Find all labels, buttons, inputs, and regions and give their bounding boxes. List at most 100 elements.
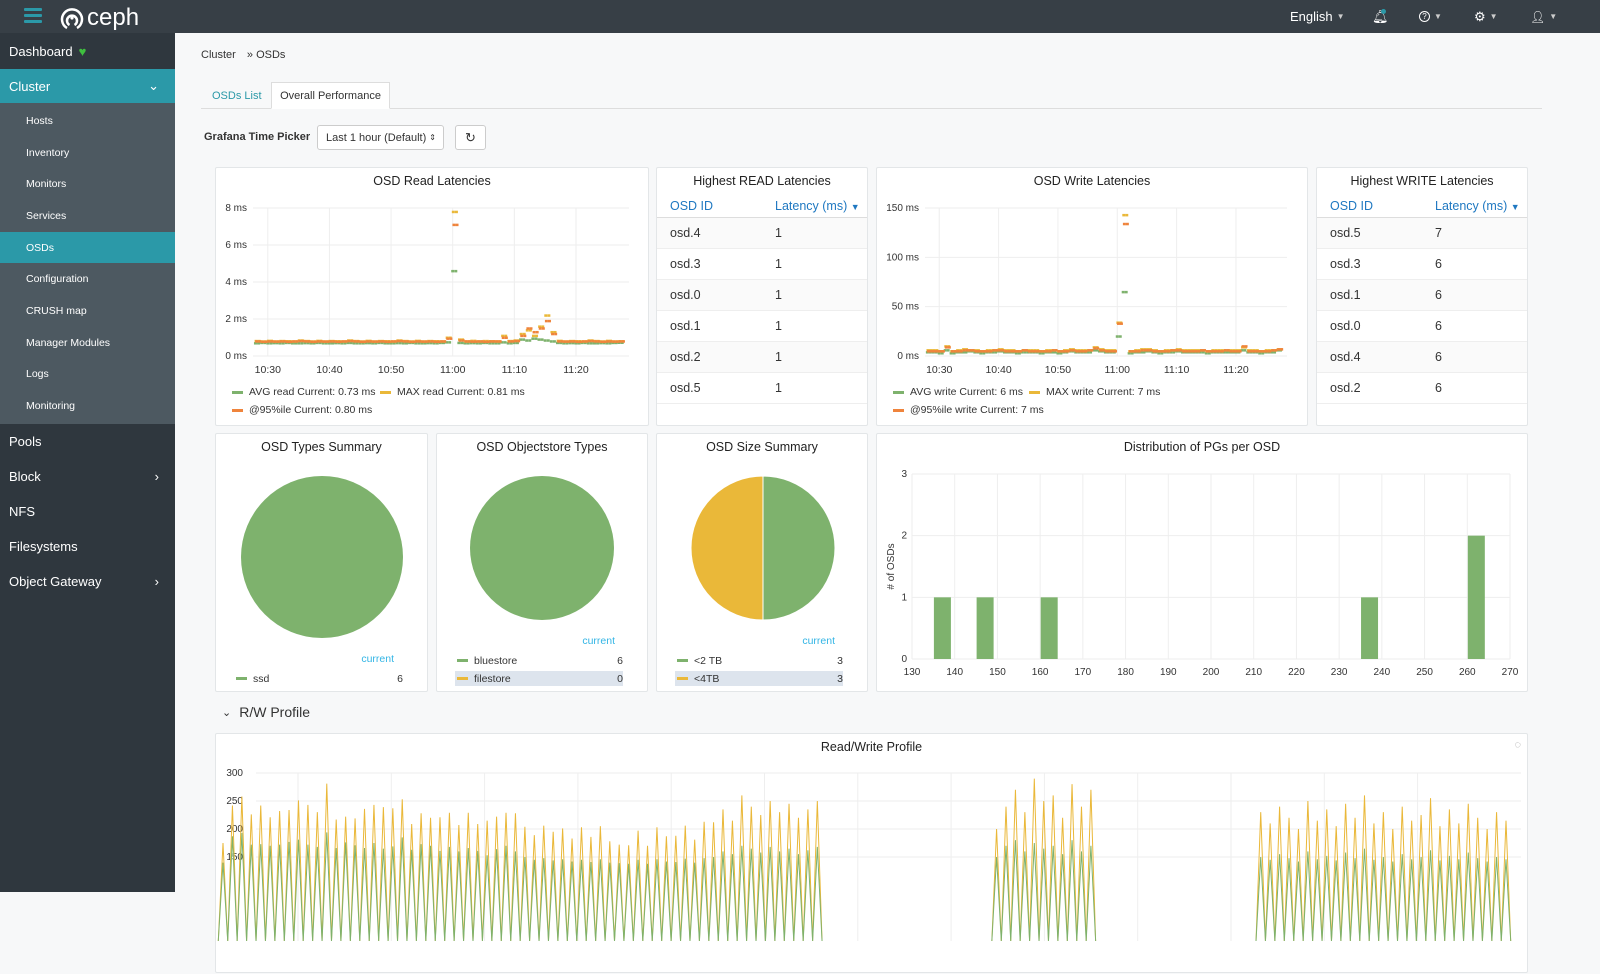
osd-objectstore-types-panel: OSD Objectstore Types current bluestore 6 fi… (436, 433, 648, 692)
legend-item[interactable]: @95%ile write Current: 7 ms (893, 404, 1044, 416)
latency-cell: 6 (1435, 319, 1442, 333)
sidebar-item-pools[interactable]: Pools (0, 424, 175, 459)
sidebar-item-filesystems[interactable]: Filesystems (0, 529, 175, 564)
legend-label: <2 TB (694, 654, 723, 667)
data-point (1211, 350, 1215, 353)
data-point (1116, 322, 1120, 325)
user-dropdown[interactable]: 👤︎ ▼ (1530, 0, 1557, 33)
caret-down-icon: ▼ (1549, 12, 1558, 21)
column-osd-id[interactable]: OSD ID (657, 199, 762, 213)
sidebar-item-label: Object Gateway (9, 573, 102, 589)
column-latency[interactable]: Latency (ms) ▼ (762, 199, 860, 213)
language-label: English (1290, 9, 1333, 24)
data-point (1185, 350, 1189, 353)
tab-label: OSDs List (212, 89, 262, 102)
data-point (1149, 349, 1153, 352)
table-row: osd.2 6 (1317, 373, 1527, 404)
sidebar-item-crush-map[interactable]: CRUSH map (0, 295, 175, 327)
data-point (451, 269, 455, 273)
sidebar-item-cluster[interactable]: Cluster ⌄ (0, 69, 175, 103)
data-point (944, 346, 948, 349)
language-dropdown[interactable]: English ▼ (1290, 0, 1345, 33)
sidebar-item-osds[interactable]: OSDs (0, 231, 175, 264)
menu-icon[interactable] (24, 8, 42, 24)
column-latency[interactable]: Latency (ms) ▼ (1422, 199, 1520, 213)
data-point (1229, 350, 1233, 353)
time-picker-select[interactable]: Last 1 hour (Default) ⇕ (317, 125, 444, 150)
legend-item[interactable]: bluestore 6 (455, 653, 623, 668)
sidebar-item-logs[interactable]: Logs (0, 359, 175, 391)
legend-item[interactable]: MAX write Current: 7 ms (1029, 386, 1160, 398)
data-point (1268, 350, 1272, 353)
data-point (1051, 349, 1055, 352)
legend-header: current (361, 653, 394, 665)
breadcrumb-cluster[interactable]: Cluster (201, 49, 236, 61)
sidebar-item-services[interactable]: Services (0, 200, 175, 232)
legend-item[interactable]: <2 TB 3 (675, 653, 843, 668)
sidebar-item-label: Filesystems (9, 538, 78, 554)
settings-dropdown[interactable]: ⚙ ▼ (1474, 0, 1498, 33)
legend-item[interactable]: ssd 6 (234, 671, 403, 686)
sidebar-item-monitoring[interactable]: Monitoring (0, 390, 175, 422)
refresh-button[interactable]: ↻ (455, 125, 486, 150)
data-point (344, 340, 348, 343)
legend-item[interactable]: MAX read Current: 0.81 ms (380, 386, 525, 398)
breadcrumb-current: OSDs (256, 49, 286, 61)
help-dropdown[interactable]: ? ▼ (1419, 0, 1442, 33)
data-point (1004, 350, 1008, 353)
data-point (1226, 349, 1230, 352)
osd-id-cell: osd.4 (670, 226, 701, 240)
data-point (1001, 349, 1005, 352)
sidebar-item-nfs[interactable]: NFS (0, 494, 175, 529)
column-osd-id[interactable]: OSD ID (1317, 199, 1422, 213)
legend-item[interactable]: filestore 0 (455, 671, 623, 686)
tab-overall-performance[interactable]: Overall Performance (271, 82, 390, 109)
data-point (1048, 350, 1052, 353)
data-point (1128, 350, 1132, 353)
data-point (1194, 350, 1198, 353)
tab-osds-list[interactable]: OSDs List (202, 82, 272, 109)
table-row: osd.4 1 (657, 218, 867, 249)
x-tick-label: 11:10 (1164, 364, 1190, 376)
y-tick-label: 2 (901, 531, 907, 542)
data-point (1134, 350, 1138, 353)
data-point (452, 223, 456, 227)
x-tick-label: 190 (1160, 667, 1177, 678)
ceph-logo[interactable]: ceph (60, 4, 139, 32)
sidebar-item-dashboard[interactable]: Dashboard ♥ (0, 33, 175, 69)
column-label: Latency (ms) (775, 198, 848, 213)
data-point (424, 340, 428, 343)
latency-cell: 6 (1435, 257, 1442, 271)
user-icon: 👤︎ (1530, 9, 1546, 24)
legend-label: MAX write Current: 7 ms (1046, 386, 1161, 398)
legend-item[interactable]: @95%ile Current: 0.80 ms (232, 404, 372, 416)
data-point (289, 340, 293, 344)
sidebar-item-monitors[interactable]: Monitors (0, 168, 175, 200)
legend-item[interactable]: AVG write Current: 6 ms (893, 386, 1023, 398)
sidebar-item-manager-modules[interactable]: Manager Modules (0, 327, 175, 359)
chart-svg: 0 1 2 3 130 140 150 160 170 180 190 200 210 220 230 240… (886, 469, 1519, 678)
table-header: OSD ID Latency (ms) ▼ (657, 194, 867, 218)
sidebar-item-inventory[interactable]: Inventory (0, 137, 175, 169)
sidebar-item-configuration[interactable]: Configuration (0, 263, 175, 295)
sidebar-item-object-gateway[interactable]: Object Gateway › (0, 564, 175, 599)
data-point (549, 340, 553, 343)
breadcrumb-separator: » (246, 49, 254, 61)
data-point (588, 339, 592, 343)
notifications-button[interactable]: 🔔︎ (1372, 0, 1389, 33)
legend-item[interactable]: AVG read Current: 0.73 ms (232, 386, 375, 398)
data-point (1072, 349, 1076, 352)
data-point (387, 340, 391, 344)
data-point (295, 340, 299, 343)
data-point (1119, 322, 1123, 325)
sidebar-item-label: Services (26, 209, 67, 222)
sidebar-item-hosts[interactable]: Hosts (0, 105, 175, 137)
y-tick-label: 300 (226, 768, 243, 779)
data-point (326, 340, 330, 343)
legend-item[interactable]: <4TB 3 (675, 671, 843, 686)
data-point (1205, 350, 1209, 353)
data-point (486, 340, 490, 344)
data-point (282, 340, 286, 343)
sidebar-item-block[interactable]: Block › (0, 459, 175, 494)
rw-profile-row-toggle[interactable]: ⌄ R/W Profile (222, 704, 310, 720)
